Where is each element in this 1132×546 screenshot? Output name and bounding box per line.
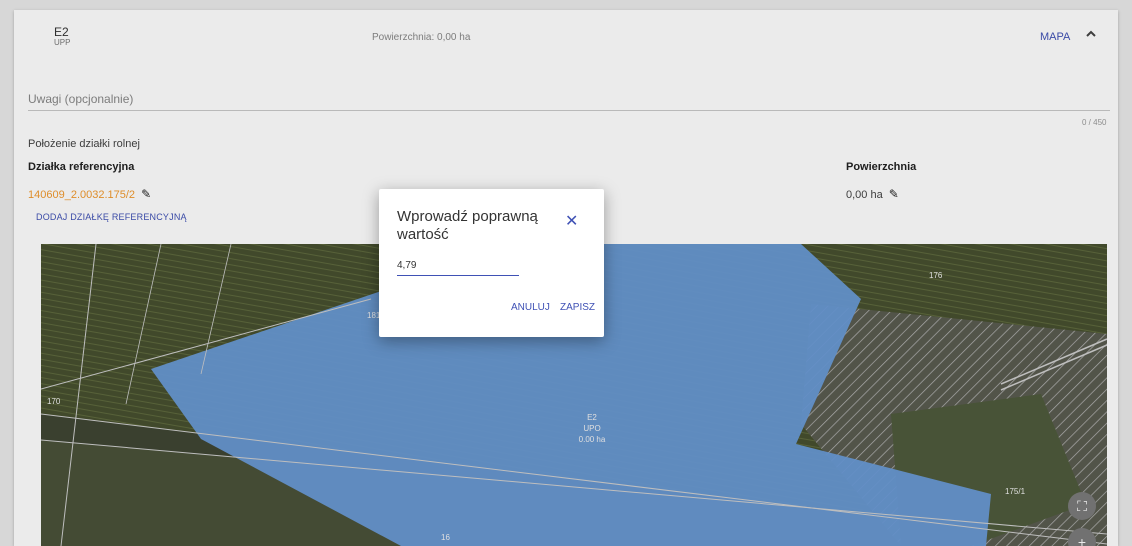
cancel-button[interactable]: ANULUJ (511, 302, 550, 313)
value-dialog: Wprowadź poprawną wartość ✕ ANULUJ ZAPIS… (379, 189, 604, 337)
dialog-title: Wprowadź poprawną wartość (397, 208, 538, 243)
value-input[interactable] (397, 255, 519, 276)
close-icon[interactable]: ✕ (565, 211, 578, 231)
save-button[interactable]: ZAPISZ (560, 302, 595, 313)
